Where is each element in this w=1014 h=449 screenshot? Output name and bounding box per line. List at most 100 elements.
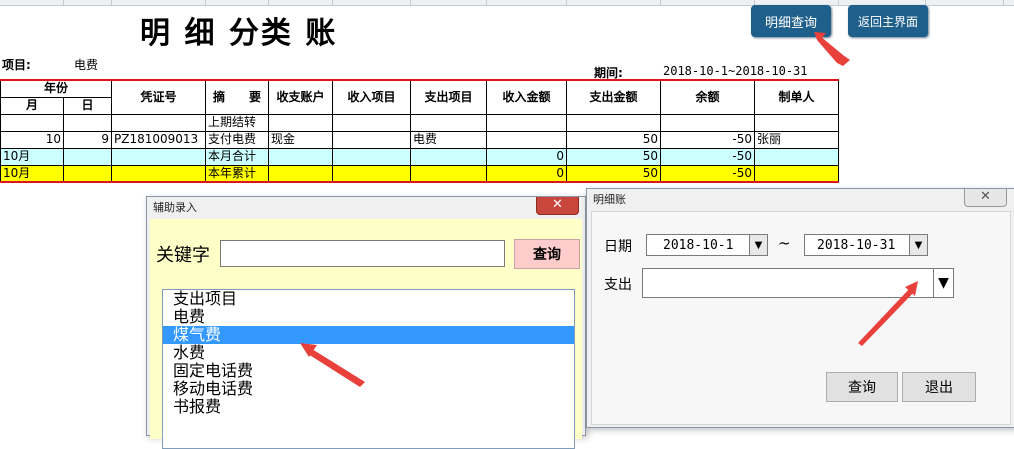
detail-ledger-dialog: 明细账 ✕ 日期 2018-10-1 ▼ ~ 2018-10-31 ▼ 支出 ▼… <box>586 188 1014 428</box>
header-balance: 余额 <box>660 79 755 115</box>
keyword-label: 关键字 <box>156 245 210 266</box>
cell-creator <box>754 164 839 183</box>
aux-query-button[interactable]: 查询 <box>514 239 580 269</box>
aux-item-listbox[interactable]: 支出项目 电费 煤气费 水费 固定电话费 移动电话费 书报费 <box>162 289 575 449</box>
cell-month: 10 <box>0 130 64 149</box>
header-expense-amount: 支出金额 <box>566 79 661 115</box>
cell-voucher: PZ181009013 <box>111 130 206 149</box>
cell-expense-item <box>410 113 487 132</box>
close-icon[interactable]: ✕ <box>964 189 1007 207</box>
cell-income-amt: 0 <box>486 164 567 183</box>
cell-income-item <box>332 113 411 132</box>
cell-voucher <box>111 164 206 183</box>
cell-expense-amt: 50 <box>566 147 661 166</box>
cell-income-item <box>332 147 411 166</box>
cell-voucher <box>111 113 206 132</box>
cell-income-amt: 0 <box>486 147 567 166</box>
cell-creator <box>754 113 839 132</box>
cell-creator <box>754 147 839 166</box>
cell-month: 10月 <box>0 164 64 183</box>
list-item[interactable]: 电费 <box>163 308 574 326</box>
header-day: 日 <box>63 96 112 115</box>
header-voucher: 凭证号 <box>111 79 206 115</box>
cell-voucher <box>111 147 206 166</box>
cell-expense-item <box>410 164 487 183</box>
table-row: 10月 本年累计 0 50 -50 <box>0 164 839 183</box>
date-label: 日期 <box>604 239 632 255</box>
cell-account <box>268 147 333 166</box>
cell-month <box>0 113 64 132</box>
cell-expense-amt <box>566 113 661 132</box>
table-row: 10 9 PZ181009013 支付电费 现金 电费 50 -50 张丽 <box>0 130 839 149</box>
back-main-button[interactable]: 返回主界面 <box>848 5 928 37</box>
exit-button[interactable]: 退出 <box>902 372 976 402</box>
cell-summary: 上期结转 <box>205 113 269 132</box>
header-income-amount: 收入金额 <box>486 79 567 115</box>
cell-summary: 本月合计 <box>205 147 269 166</box>
cell-balance: -50 <box>660 147 755 166</box>
cell-income-amt <box>486 130 567 149</box>
table-row: 10月 本月合计 0 50 -50 <box>0 147 839 166</box>
aux-dialog-body: 关键字 查询 支出项目 电费 煤气费 水费 固定电话费 移动电话费 书报费 <box>150 219 582 449</box>
date-to-combo[interactable]: 2018-10-31 ▼ <box>804 234 928 256</box>
detail-dialog-title: 明细账 <box>593 193 626 206</box>
cell-month: 10月 <box>0 147 64 166</box>
cell-expense-amt: 50 <box>566 164 661 183</box>
aux-dialog-titlebar: 辅助录入 ✕ <box>147 197 585 219</box>
cell-day <box>63 113 112 132</box>
list-item[interactable]: 移动电话费 <box>163 380 574 398</box>
table-row: 上期结转 <box>0 113 839 132</box>
cell-income-item <box>332 164 411 183</box>
close-icon[interactable]: ✕ <box>536 197 579 215</box>
cell-balance <box>660 113 755 132</box>
date-from-value: 2018-10-1 <box>663 237 734 253</box>
cell-account <box>268 164 333 183</box>
cell-expense-item: 电费 <box>410 130 487 149</box>
header-summary: 摘 要 <box>205 79 269 115</box>
cell-day: 9 <box>63 130 112 149</box>
list-item[interactable]: 书报费 <box>163 398 574 416</box>
detail-query-submit-button[interactable]: 查询 <box>826 372 898 402</box>
expense-combo[interactable]: ▼ <box>642 268 954 298</box>
date-to-value: 2018-10-31 <box>817 237 896 253</box>
cell-account <box>268 113 333 132</box>
sheet-title: 明 细 分类 账 <box>140 16 338 51</box>
project-label: 项目: <box>2 58 31 72</box>
detail-query-button[interactable]: 明细查询 <box>751 5 831 37</box>
list-item[interactable]: 水费 <box>163 344 574 362</box>
ledger-body: 上期结转 10 9 PZ181009013 支付电费 现金 电费 50 -50 张丽 10月 本月合计… <box>0 113 839 183</box>
cell-income-item <box>332 130 411 149</box>
cell-balance: -50 <box>660 130 755 149</box>
dropdown-arrow-icon[interactable]: ▼ <box>909 235 927 255</box>
detail-dialog-titlebar: 明细账 ✕ <box>587 189 1014 211</box>
list-item[interactable]: 支出项目 <box>163 290 574 308</box>
dropdown-arrow-icon[interactable]: ▼ <box>933 269 953 297</box>
ledger-table: 年份 凭证号 摘 要 收支账户 收入项目 支出项目 收入金额 支出金额 余额 制… <box>0 79 839 183</box>
cell-summary: 支付电费 <box>205 130 269 149</box>
detail-dialog-body: 日期 2018-10-1 ▼ ~ 2018-10-31 ▼ 支出 ▼ 查询 退出 <box>591 211 1011 425</box>
cell-expense-amt: 50 <box>566 130 661 149</box>
cell-day <box>63 164 112 183</box>
header-income-item: 收入项目 <box>332 79 411 115</box>
aux-dialog-title: 辅助录入 <box>153 201 197 214</box>
header-creator: 制单人 <box>754 79 839 115</box>
cell-balance: -50 <box>660 164 755 183</box>
date-range-separator: ~ <box>778 234 791 252</box>
period-value: 2018-10-1~2018-10-31 <box>663 64 808 78</box>
keyword-input[interactable] <box>220 240 505 267</box>
cell-account: 现金 <box>268 130 333 149</box>
list-item[interactable]: 煤气费 <box>163 326 574 344</box>
header-year: 年份 <box>0 79 112 98</box>
cell-creator: 张丽 <box>754 130 839 149</box>
dropdown-arrow-icon[interactable]: ▼ <box>749 235 767 255</box>
cell-expense-item <box>410 147 487 166</box>
aux-entry-dialog: 辅助录入 ✕ 关键字 查询 支出项目 电费 煤气费 水费 固定电话费 移动电话费 书报费 <box>146 196 586 449</box>
project-value: 电费 <box>74 58 99 72</box>
header-account: 收支账户 <box>268 79 333 115</box>
header-expense-item: 支出项目 <box>410 79 487 115</box>
cell-summary: 本年累计 <box>205 164 269 183</box>
list-item[interactable]: 固定电话费 <box>163 362 574 380</box>
expense-label: 支出 <box>604 277 632 293</box>
cell-income-amt <box>486 113 567 132</box>
date-from-combo[interactable]: 2018-10-1 ▼ <box>646 234 768 256</box>
